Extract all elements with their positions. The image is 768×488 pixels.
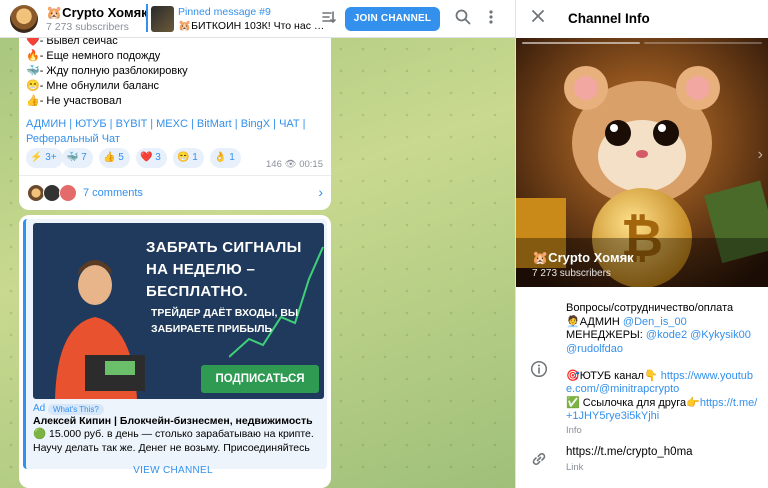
eye-icon: 👁 [284, 159, 297, 170]
reaction-chip[interactable]: 🐳 7 [62, 148, 93, 168]
manager-link[interactable]: Kykysik00 [701, 329, 751, 341]
story-progress-bar [644, 42, 762, 44]
admin-link[interactable]: @Den_is_00 [623, 316, 687, 328]
link-admin[interactable]: АДМИН [26, 118, 66, 130]
link-mexc[interactable]: MEXC [156, 118, 188, 130]
ad-headline: ЗАБРАТЬ СИГНАЛЫ НА НЕДЕЛЮ – БЕСПЛАТНО. [146, 239, 302, 300]
hero-subscribers: 7 273 subscribers [532, 268, 611, 279]
link-separator: | [231, 118, 241, 130]
join-channel-button[interactable]: JOIN CHANNEL [345, 7, 440, 31]
subscribe-cta-button[interactable]: ПОДПИСАТЬСЯ [201, 365, 319, 393]
whats-this-button[interactable]: What's This? [48, 404, 104, 415]
reaction-chip[interactable]: 👌 1 [210, 148, 241, 168]
pinned-indicator [146, 4, 148, 32]
desc-youtube-label: 🎯ЮТУБ канал👇 [566, 369, 661, 382]
channel-info-panel: Channel Info ₿ › 🐹Crypto Хомяк 7 273 sub… [515, 0, 768, 488]
story-progress-bar [522, 42, 640, 44]
reaction-count: 7 [81, 152, 87, 163]
ad-label: Ad [33, 403, 46, 414]
ad-banner[interactable]: ЗАБРАТЬ СИГНАЛЫ НА НЕДЕЛЮ – БЕСПЛАТНО. Т… [33, 223, 324, 399]
info-circle-icon [530, 360, 548, 378]
chevron-right-icon[interactable]: › [318, 184, 323, 200]
pinned-title[interactable]: Pinned message #9 [178, 6, 271, 18]
channel-description: Вопросы/сотрудничество/оплата 🧑‍💼АДМИН @… [566, 302, 762, 424]
chat-area[interactable]: ❤️- Вывел сейчас 🔥- Еще немного подожду … [0, 38, 515, 488]
manager-link[interactable]: @kode2 [646, 329, 687, 341]
pinned-list-icon[interactable] [318, 8, 340, 30]
lightning-icon: ⚡ [30, 152, 43, 163]
thumbs-up-icon: 👍 [103, 152, 116, 163]
sponsored-message[interactable]: ЗАБРАТЬ СИГНАЛЫ НА НЕДЕЛЮ – БЕСПЛАТНО. Т… [19, 215, 331, 488]
channel-link[interactable]: https://t.me/crypto_h0ma [566, 446, 762, 460]
link-youtube[interactable]: ЮТУБ [75, 118, 106, 130]
view-channel-button[interactable]: VIEW CHANNEL [26, 465, 320, 476]
link-referral-chat[interactable]: Реферальный Чат [26, 133, 120, 145]
manager-link-prefix: @ [687, 329, 702, 341]
hero-channel-name: 🐹Crypto Хомяк [532, 250, 634, 265]
reaction-chip[interactable]: 👍 5 [99, 148, 130, 168]
panel-header: Channel Info [516, 0, 768, 38]
message-links: АДМИН | ЮТУБ | BYBIT | MEXC | BitMart | … [26, 117, 326, 147]
message-time: 00:15 [299, 159, 323, 170]
link-bingx[interactable]: BingX [241, 118, 270, 130]
link-caption: Link [566, 462, 584, 473]
message-line: ❤️- Вывел сейчас [26, 38, 118, 47]
reaction-count: 1 [192, 152, 198, 163]
link-separator: | [187, 118, 197, 130]
link-separator: | [106, 118, 116, 130]
ad-text: 🟢 15.000 руб. в день — столько зарабатыв… [33, 428, 314, 454]
ok-hand-icon: 👌 [214, 152, 227, 163]
comments-bar[interactable]: 7 comments › [19, 175, 331, 210]
message-line: 🔥- Еще немного подожду [26, 50, 161, 62]
reaction-chip[interactable]: ⚡ 3+ [26, 148, 63, 168]
info-caption: Info [566, 425, 582, 436]
pinned-text[interactable]: 🐹БИТКОИН 103К! Что нас … [178, 19, 333, 32]
desc-managers-label: МЕНЕДЖЕРЫ: [566, 329, 646, 341]
link-separator: | [299, 118, 306, 130]
reaction-chip[interactable]: ❤️ 3 [136, 148, 167, 168]
ad-card: ЗАБРАТЬ СИГНАЛЫ НА НЕДЕЛЮ – БЕСПЛАТНО. Т… [23, 219, 327, 469]
message-line: 🐳- Жду полную разблокировку [26, 65, 188, 77]
link-bybit[interactable]: BYBIT [116, 118, 148, 130]
reaction-count: 1 [229, 152, 235, 163]
commenter-avatar [59, 184, 77, 202]
reaction-count: 3+ [45, 152, 57, 163]
link-icon [530, 450, 548, 468]
ad-subline: ТРЕЙДЕР ДАЁТ ВХОДЫ, ВЫ ЗАБИРАЕТЕ ПРИБЫЛЬ [151, 307, 299, 335]
telegram-app: 🐹Crypto Хомяк 7 273 subscribers Pinned m… [0, 0, 768, 488]
chat-header: 🐹Crypto Хомяк 7 273 subscribers Pinned m… [0, 0, 515, 38]
manager-link[interactable]: @rudolfdao [566, 343, 623, 355]
link-separator: | [270, 118, 280, 130]
link-separator: | [147, 118, 157, 130]
trader-illustration [55, 260, 145, 399]
ad-title: Алексей Кипин | Блокчейн-бизнесмен, недв… [33, 415, 313, 427]
view-count: 146 [266, 159, 282, 170]
reaction-count: 5 [118, 152, 124, 163]
pinned-thumbnail[interactable] [151, 6, 174, 32]
channel-subscribers: 7 273 subscribers [46, 21, 129, 33]
desc-referral-label: ✅ Ссылочка для друга👉 [566, 396, 700, 409]
channel-hero-image[interactable]: ₿ › 🐹Crypto Хомяк 7 273 subscribers [516, 38, 768, 287]
close-icon[interactable] [530, 8, 546, 29]
message-line: 👍- Не участвовал [26, 95, 122, 107]
channel-title[interactable]: 🐹Crypto Хомяк [46, 5, 148, 21]
comments-count[interactable]: 7 comments [83, 187, 143, 199]
message-line: 😁- Мне обнулили баланс [26, 80, 160, 92]
panel-title: Channel Info [568, 11, 650, 26]
channel-avatar[interactable] [10, 5, 38, 33]
link-separator: | [66, 118, 76, 130]
link-bitmart[interactable]: BitMart [197, 118, 232, 130]
chevron-right-icon[interactable]: › [758, 146, 763, 164]
link-chat[interactable]: ЧАТ [279, 118, 300, 130]
search-icon[interactable] [452, 8, 474, 30]
message-meta: 146 👁 00:15 [266, 159, 323, 170]
desc-admin-label: 🧑‍💼АДМИН [566, 315, 623, 328]
whale-icon: 🐳 [66, 152, 79, 163]
desc-line: Вопросы/сотрудничество/оплата [566, 302, 734, 314]
more-vertical-icon[interactable] [480, 8, 502, 30]
grin-icon: 😁 [177, 152, 190, 163]
reaction-count: 3 [155, 152, 161, 163]
reaction-chip[interactable]: 😁 1 [173, 148, 204, 168]
heart-icon: ❤️ [140, 152, 153, 163]
